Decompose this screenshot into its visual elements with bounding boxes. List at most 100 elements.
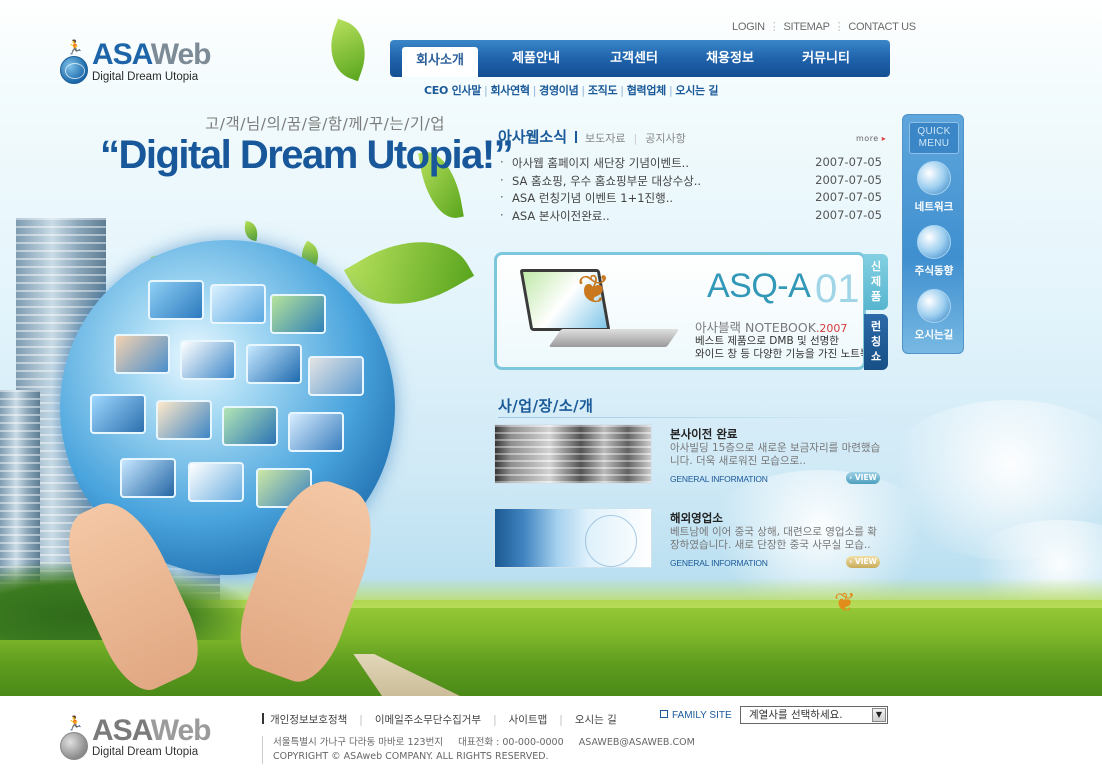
business-title: 사/업/장/소/개 <box>498 397 890 418</box>
quick-menu-stocks[interactable]: 주식동향 <box>903 225 965 278</box>
news-item-date: 2007-07-05 <box>815 172 882 187</box>
leaf-icon <box>320 18 376 82</box>
subnav-organization[interactable]: 조직도 <box>588 84 618 97</box>
footer-address-line: 서울특별시 가나구 다라동 마바로 123번지 대표전화 : 00-000-00… <box>273 736 702 750</box>
business-item[interactable]: 본사이전 완료 아사빌딩 15층으로 새로운 보금자리를 마련했습니다. 더욱 … <box>494 424 890 486</box>
view-button-label: VIEW <box>854 557 877 566</box>
sitemap-link[interactable]: SITEMAP <box>783 21 829 33</box>
news-item-date: 2007-07-05 <box>815 155 882 169</box>
footer-logo-tagline: Digital Dream Utopia <box>92 746 199 758</box>
promo-description: 베스트 제품으로 DMB 및 선명한 와이드 창 등 다양한 기능을 가진 노트북 <box>695 335 866 361</box>
right-hand <box>226 468 390 692</box>
family-site-select[interactable]: 계열사를 선택하세요. ▼ <box>740 706 888 724</box>
promo-model-name: ASQ-A <box>707 267 811 305</box>
site-logo[interactable]: 🏃 ASAWeb Digital Dream Utopia <box>60 38 212 88</box>
business-item[interactable]: 해외영업소 베트남에 이어 중국 상해, 대련으로 영업소를 확장하였습니다. … <box>494 508 890 570</box>
subnav-partners[interactable]: 협력업체 <box>627 84 667 97</box>
news-title: 아사웹소식 <box>498 128 568 146</box>
promo-model-number: 01 <box>815 267 860 311</box>
login-link[interactable]: LOGIN <box>732 21 765 33</box>
business-item-caption: GENERAL INFORMATION <box>670 474 768 484</box>
news-item-date: 2007-07-05 <box>815 190 882 204</box>
slogan-english: “Digital Dream Utopia!” <box>100 133 514 177</box>
logo-tagline: Digital Dream Utopia <box>92 71 199 83</box>
chevron-down-icon[interactable]: ▼ <box>872 708 886 722</box>
promo-tab-launch-show[interactable]: 런칭쇼 <box>864 314 888 370</box>
product-promo-banner[interactable]: ❦ ASQ-A 01 아사블랙 NOTEBOOK.2007 베스트 제품으로 D… <box>494 252 890 372</box>
nav-item-products[interactable]: 제품안내 <box>498 40 574 77</box>
email-refusal-link[interactable]: 이메일주소무단수집거부 <box>375 714 481 726</box>
nav-item-company[interactable]: 회사소개 <box>402 47 478 77</box>
footer: 🏃 ASAWeb Digital Dream Utopia 개인정보보호정책 | 이… <box>0 696 1102 768</box>
runner-icon: 🏃 <box>66 716 84 732</box>
footer-directions-link[interactable]: 오시는 길 <box>575 714 617 726</box>
quick-menu-directions[interactable]: 오시는길 <box>903 289 965 342</box>
compass-icon <box>917 289 951 323</box>
footer-sitemap-link[interactable]: 사이트맵 <box>509 714 548 726</box>
photo-tile <box>270 294 326 334</box>
quick-menu-title-line: QUICK <box>917 126 951 137</box>
promo-desc-line: 와이드 창 등 다양한 기능을 가진 노트북 <box>695 348 866 360</box>
news-item-title[interactable]: ASA 본사이전완료.. <box>512 208 610 224</box>
office-photo[interactable] <box>494 508 652 568</box>
photo-tile <box>222 406 278 446</box>
family-site-text: FAMILY SITE <box>672 710 732 721</box>
tab-notices[interactable]: 공지사항 <box>645 132 685 145</box>
footer-logo[interactable]: 🏃 ASAWeb Digital Dream Utopia <box>60 714 211 764</box>
news-more-link[interactable]: more <box>856 134 886 143</box>
nav-item-customer-center[interactable]: 고객센터 <box>596 40 672 77</box>
news-item[interactable]: · ASA 본사이전완료.. 2007-07-05 <box>498 208 886 226</box>
news-header: 아사웹소식 보도자료 | 공지사항 <box>498 128 686 146</box>
photo-tile <box>148 280 204 320</box>
hands-holding-globe <box>50 468 400 696</box>
runner-icon: 🏃 <box>66 40 84 56</box>
view-button[interactable]: › VIEW <box>846 472 880 484</box>
company-email[interactable]: ASAWEB@ASAWEB.COM <box>579 737 695 748</box>
quick-menu-title: QUICK MENU <box>909 122 959 154</box>
news-item-title[interactable]: SA 홈쇼핑, 우수 홈쇼핑부문 대상수상.. <box>512 173 701 189</box>
business-item-heading[interactable]: 해외영업소 <box>670 510 723 526</box>
subnav-philosophy[interactable]: 경영이념 <box>539 84 579 97</box>
photo-tile <box>90 394 146 434</box>
photo-tile <box>288 412 344 452</box>
news-item[interactable]: · 아사웹 홈페이지 새단장 기념이벤트.. 2007-07-05 <box>498 155 886 173</box>
quick-menu-network[interactable]: 네트워크 <box>903 161 965 214</box>
footer-logo-brand: ASAWeb <box>92 714 211 748</box>
butterfly-icon: ❦ <box>577 267 611 313</box>
news-item-title[interactable]: 아사웹 홈페이지 새단장 기념이벤트.. <box>512 155 689 171</box>
contact-us-link[interactable]: CONTACT US <box>848 21 916 33</box>
promo-desc-line: 베스트 제품으로 DMB 및 선명한 <box>695 335 839 347</box>
photo-tile <box>114 334 170 374</box>
quick-menu-label: 네트워크 <box>914 201 954 213</box>
quick-menu-label: 오시는길 <box>914 329 954 341</box>
utility-links: LOGIN ⋮ SITEMAP ⋮ CONTACT US <box>732 21 916 33</box>
globe-icon <box>60 56 88 84</box>
quick-menu-label: 주식동향 <box>914 265 954 277</box>
promo-panel[interactable]: ❦ ASQ-A 01 아사블랙 NOTEBOOK.2007 베스트 제품으로 D… <box>494 252 866 370</box>
news-item[interactable]: · SA 홈쇼핑, 우수 홈쇼핑부문 대상수상.. 2007-07-05 <box>498 173 886 191</box>
promo-tab-launch-label: 런칭쇼 <box>870 320 882 363</box>
business-item-heading[interactable]: 본사이전 완료 <box>670 426 737 442</box>
promo-tab-new-product[interactable]: 신제품 <box>864 254 888 310</box>
footer-links: 개인정보보호정책 | 이메일주소무단수집거부 | 사이트맵 | 오시는 길 <box>262 712 617 727</box>
privacy-policy-link[interactable]: 개인정보보호정책 <box>270 714 347 726</box>
logo-web-text: Web <box>150 38 212 71</box>
building-photo[interactable] <box>494 424 652 484</box>
photo-tile <box>210 284 266 324</box>
copyright: COPYRIGHT © ASAweb COMPANY. ALL RIGHTS R… <box>273 751 549 762</box>
subnav-directions[interactable]: 오시는 길 <box>675 84 718 97</box>
subnav-history[interactable]: 회사연혁 <box>490 84 530 97</box>
subnav-ceo-greeting[interactable]: CEO 인사말 <box>424 84 481 97</box>
nav-item-careers[interactable]: 채용정보 <box>692 40 768 77</box>
tab-press-releases[interactable]: 보도자료 <box>585 132 625 145</box>
nav-item-community[interactable]: 커뮤니티 <box>788 40 864 77</box>
main-nav: 회사소개 제품안내 고객센터 채용정보 커뮤니티 <box>390 40 890 77</box>
slogan-korean: 고/객/님/의/꿈/을/함/께/꾸/는/기/업 <box>205 115 446 133</box>
news-item[interactable]: · ASA 런칭기념 이벤트 1+1진행.. 2007-07-05 <box>498 190 886 208</box>
promo-subtitle: 아사블랙 NOTEBOOK.2007 <box>695 317 847 336</box>
view-button[interactable]: › VIEW <box>846 556 880 568</box>
news-item-title[interactable]: ASA 런칭기념 이벤트 1+1진행.. <box>512 190 673 206</box>
news-item-date: 2007-07-05 <box>815 207 882 222</box>
globe-network-icon <box>917 161 951 195</box>
company-phone: 대표전화 : 00-000-0000 <box>458 737 564 748</box>
